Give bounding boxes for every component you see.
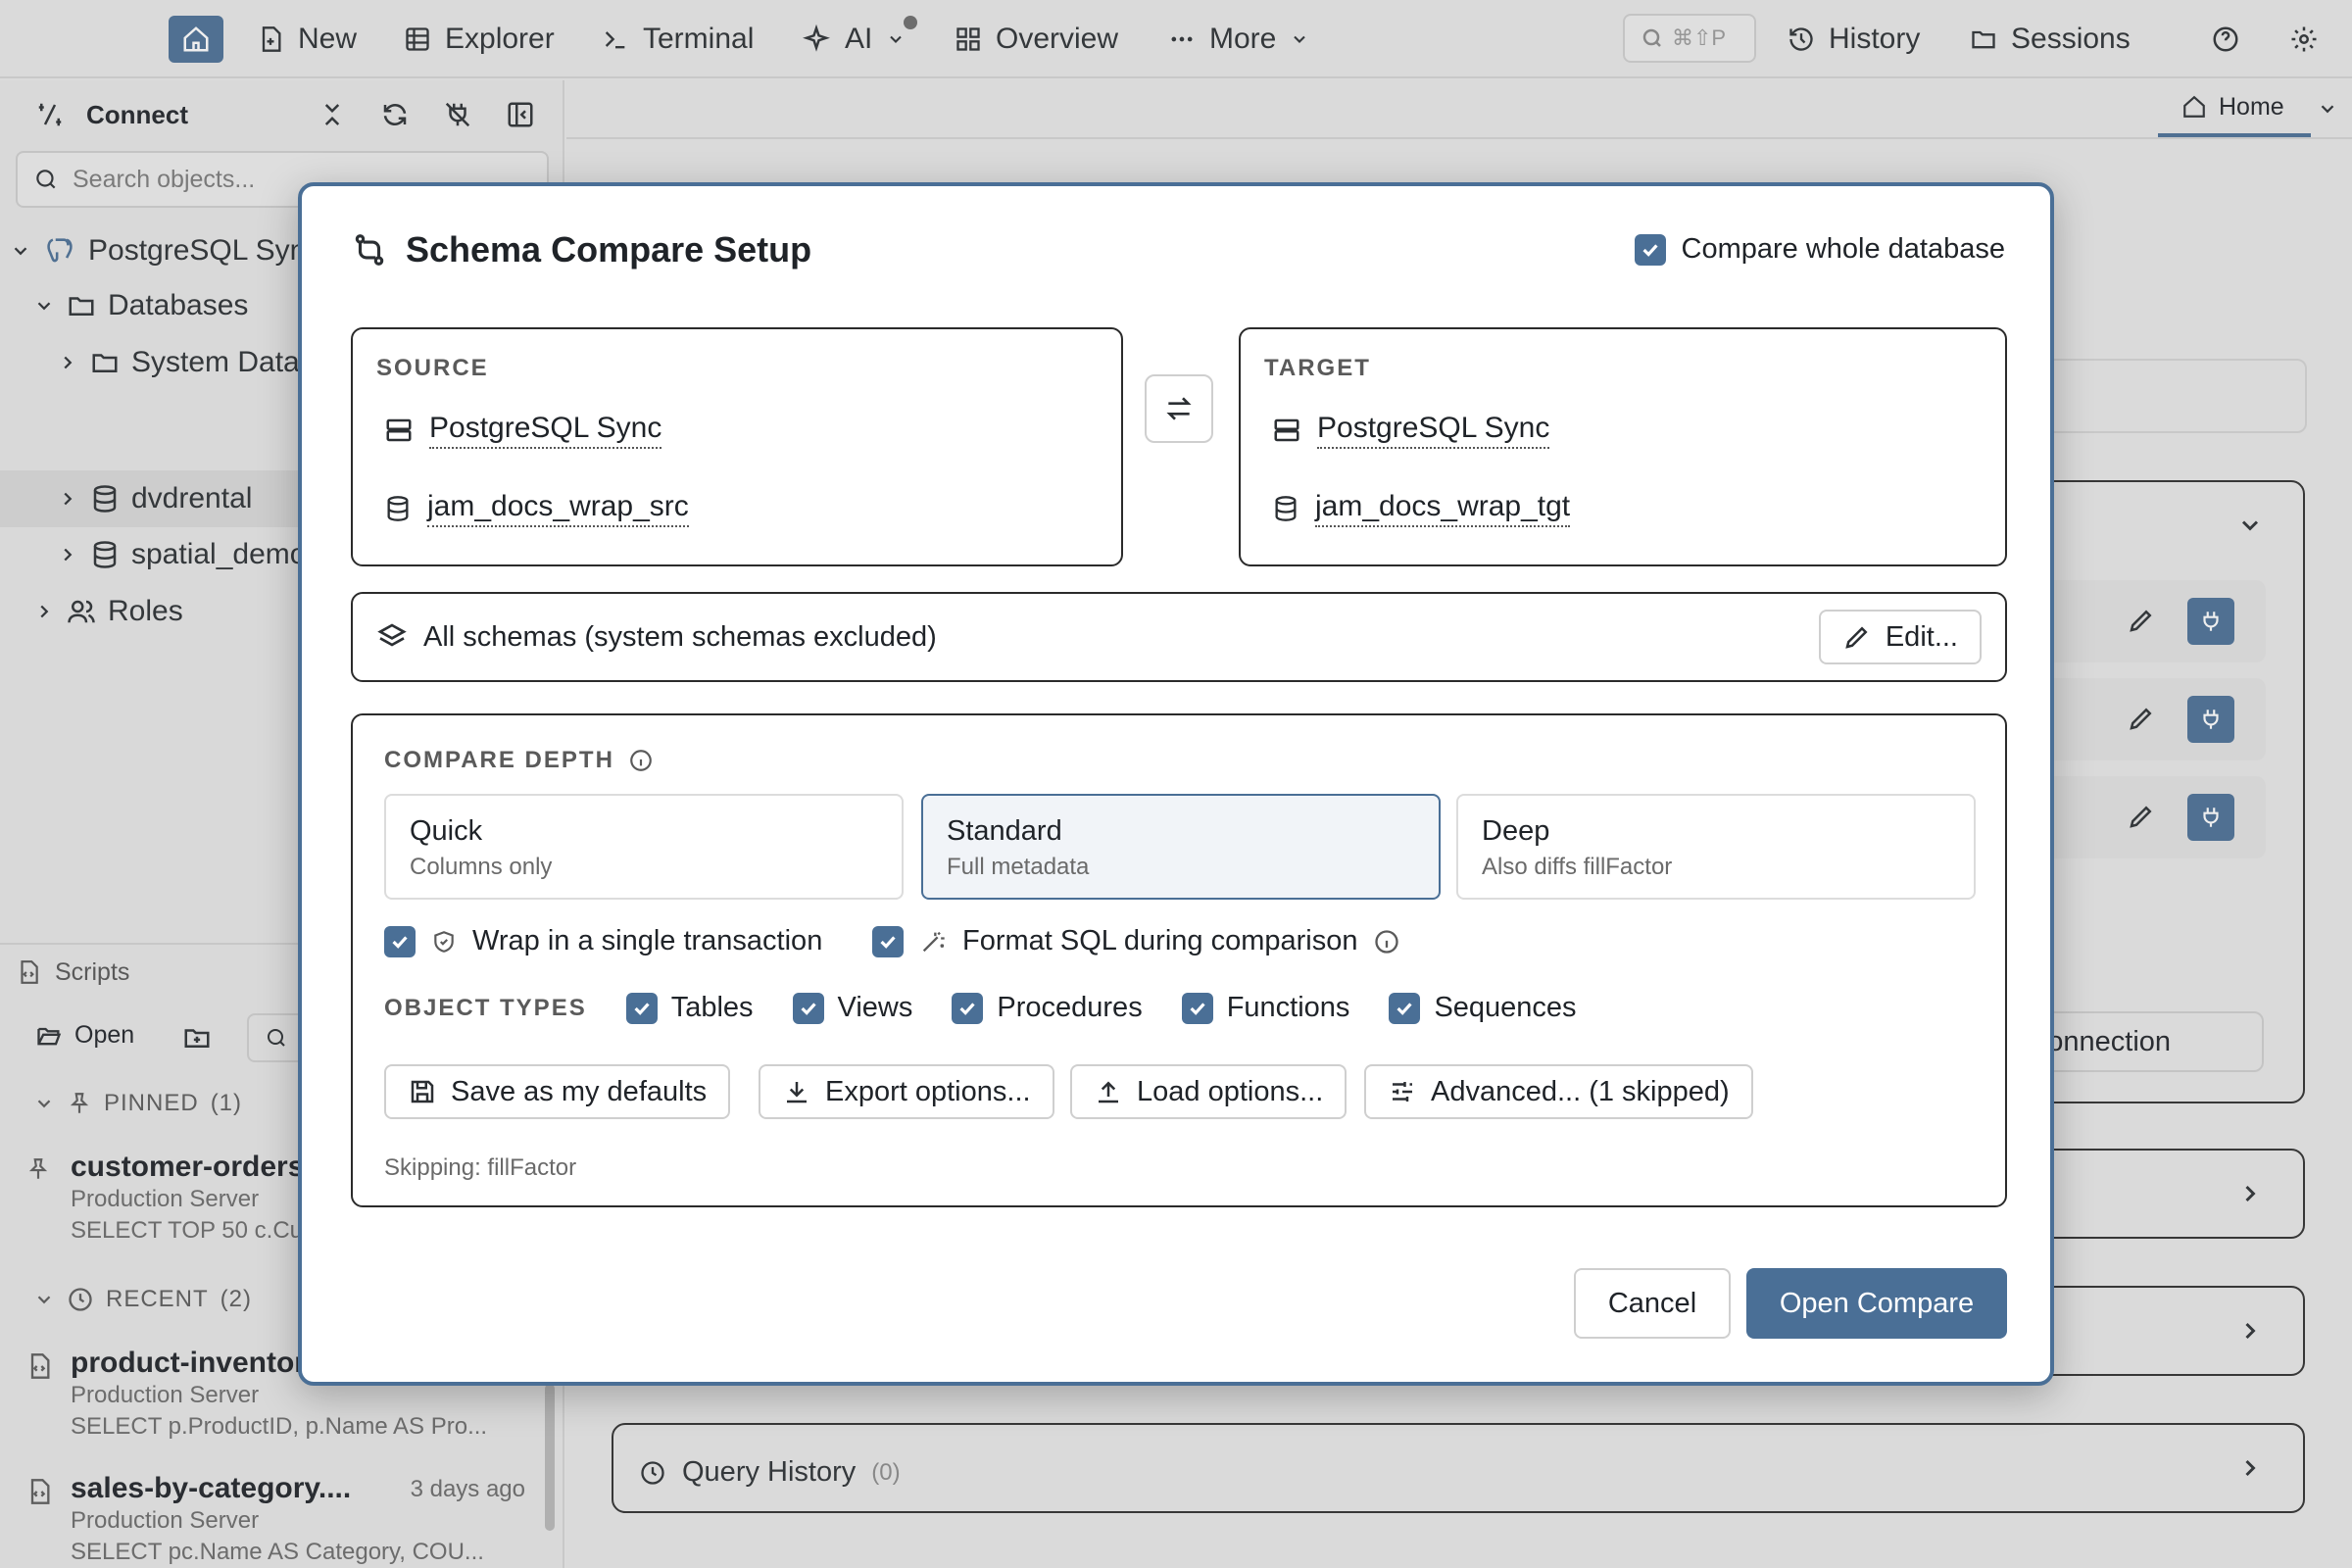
format-sql-checkbox[interactable]: Format SQL during comparison [872, 925, 1400, 957]
pencil-icon [1845, 626, 1868, 649]
upload-icon [1099, 1081, 1118, 1103]
checkbox-checked[interactable] [1634, 233, 1666, 266]
save-icon [411, 1080, 434, 1103]
object-type-label: Sequences [1434, 992, 1577, 1023]
object-type-label: Procedures [997, 992, 1143, 1023]
cancel-label: Cancel [1607, 1287, 1697, 1319]
compare-depth-header: COMPARE DEPTH [384, 747, 654, 774]
depth-option-title: Standard [947, 815, 1062, 847]
cancel-button[interactable]: Cancel [1574, 1268, 1731, 1339]
compare-whole-database-label: Compare whole database [1681, 233, 2005, 265]
object-type-label: Functions [1226, 992, 1350, 1023]
load-options-label: Load options... [1137, 1075, 1324, 1107]
target-database-selector[interactable]: jam_docs_wrap_tgt [1272, 490, 1571, 527]
target-database: jam_docs_wrap_tgt [1315, 490, 1571, 527]
wrap-transaction-label: Wrap in a single transaction [472, 925, 823, 956]
advanced-options-button[interactable]: Advanced... (1 skipped) [1364, 1064, 1753, 1119]
checkbox-checked[interactable] [952, 992, 984, 1024]
compare-whole-database-checkbox[interactable]: Compare whole database [1634, 233, 2005, 266]
compare-depth-label: COMPARE DEPTH [384, 747, 614, 773]
target-panel: TARGET PostgreSQL Sync jam_docs_wrap_tgt [1239, 327, 2007, 566]
check-icon [880, 935, 896, 949]
dialog-title: Schema Compare Setup [351, 229, 811, 270]
depth-option-subtitle: Full metadata [947, 854, 1090, 880]
check-icon [1396, 1002, 1413, 1015]
object-type-tables-checkbox[interactable]: Tables [625, 992, 754, 1024]
schemas-selector: All schemas (system schemas excluded) Ed… [351, 592, 2007, 682]
load-options-button[interactable]: Load options... [1070, 1064, 1348, 1119]
edit-schemas-button[interactable]: Edit... [1818, 610, 1982, 664]
object-type-sequences-checkbox[interactable]: Sequences [1389, 992, 1577, 1024]
depth-option-title: Deep [1482, 815, 1550, 847]
save-defaults-button[interactable]: Save as my defaults [384, 1064, 731, 1119]
depth-option-quick[interactable]: Quick Columns only [384, 794, 904, 900]
object-type-label: Views [837, 992, 913, 1023]
server-icon [386, 418, 412, 442]
info-icon[interactable] [628, 748, 654, 773]
sliders-icon [1393, 1082, 1412, 1102]
database-icon [387, 496, 409, 521]
target-server-selector[interactable]: PostgreSQL Sync [1272, 412, 1550, 449]
checkbox-checked[interactable] [384, 925, 416, 957]
checkbox-checked[interactable] [872, 925, 904, 957]
export-options-label: Export options... [825, 1075, 1031, 1107]
object-types-label: OBJECT TYPES [384, 994, 587, 1021]
schemas-label: All schemas (system schemas excluded) [423, 620, 937, 653]
source-label: SOURCE [376, 355, 489, 381]
depth-option-standard[interactable]: Standard Full metadata [921, 794, 1441, 900]
dialog-title-text: Schema Compare Setup [406, 229, 812, 270]
advanced-options-label: Advanced... (1 skipped) [1431, 1075, 1730, 1107]
export-options-button[interactable]: Export options... [759, 1064, 1054, 1119]
check-icon [634, 1002, 650, 1015]
source-server-selector[interactable]: PostgreSQL Sync [384, 412, 662, 449]
source-panel: SOURCE PostgreSQL Sync jam_docs_wrap_src [351, 327, 1123, 566]
object-type-procedures-checkbox[interactable]: Procedures [952, 992, 1143, 1024]
layers-icon [377, 623, 407, 647]
target-server: PostgreSQL Sync [1317, 412, 1550, 449]
skipping-note: Skipping: fillFactor [384, 1154, 577, 1181]
open-compare-label: Open Compare [1779, 1287, 1975, 1319]
object-types-row: OBJECT TYPES Tables Views Procedures Fun… [384, 992, 1616, 1024]
checkbox-checked[interactable] [792, 992, 824, 1024]
format-sql-label: Format SQL during comparison [962, 925, 1358, 956]
magic-wand-icon [922, 931, 945, 952]
check-icon [800, 1002, 816, 1015]
schema-compare-dialog: Schema Compare Setup Compare whole datab… [298, 182, 2054, 1386]
compare-icon [355, 234, 384, 266]
checkbox-checked[interactable] [1389, 992, 1421, 1024]
info-icon[interactable] [1373, 928, 1400, 956]
open-compare-button[interactable]: Open Compare [1746, 1268, 2007, 1339]
source-database: jam_docs_wrap_src [427, 490, 689, 527]
shield-icon [434, 930, 454, 953]
source-database-selector[interactable]: jam_docs_wrap_src [384, 490, 689, 527]
depth-option-deep[interactable]: Deep Also diffs fillFactor [1456, 794, 1976, 900]
depth-option-subtitle: Columns only [410, 854, 553, 880]
depth-option-subtitle: Also diffs fillFactor [1482, 854, 1673, 880]
depth-option-title: Quick [410, 815, 483, 847]
checkbox-checked[interactable] [625, 992, 658, 1024]
check-icon [959, 1002, 975, 1015]
check-icon [1190, 1002, 1205, 1015]
save-defaults-label: Save as my defaults [451, 1075, 708, 1107]
checkbox-checked[interactable] [1181, 992, 1213, 1024]
swap-source-target-button[interactable] [1145, 374, 1213, 443]
check-icon [392, 935, 408, 949]
check-icon [1642, 243, 1658, 257]
object-type-views-checkbox[interactable]: Views [792, 992, 913, 1024]
target-label: TARGET [1264, 355, 1371, 381]
database-icon [1275, 496, 1297, 521]
object-type-functions-checkbox[interactable]: Functions [1181, 992, 1350, 1024]
server-icon [1274, 418, 1299, 442]
swap-arrows-icon [1166, 397, 1192, 420]
object-type-label: Tables [670, 992, 754, 1023]
compare-options-panel: COMPARE DEPTH Quick Columns only Standar… [351, 713, 2007, 1207]
wrap-transaction-checkbox[interactable]: Wrap in a single transaction [384, 925, 822, 957]
download-icon [787, 1082, 807, 1103]
edit-label: Edit... [1885, 620, 1958, 653]
source-server: PostgreSQL Sync [429, 412, 662, 449]
